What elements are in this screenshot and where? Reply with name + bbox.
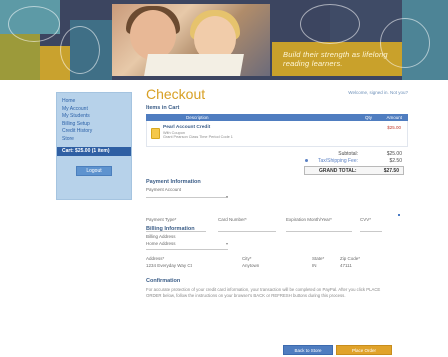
address-line-value: 1234 Everyday Way Ct	[146, 263, 192, 268]
card-number-field[interactable]: Card Number*	[218, 208, 276, 232]
items-section-title: Items in Cart	[146, 105, 180, 111]
city-label: City*	[242, 256, 252, 261]
confirmation-section-title: Confirmation	[146, 278, 181, 284]
cvv-field[interactable]: CVV*	[360, 208, 382, 232]
grand-total-label: GRAND TOTAL:	[319, 168, 357, 174]
product-icon	[151, 128, 160, 139]
subtotal-value: $25.00	[386, 151, 402, 157]
shipping-label[interactable]: Tax/Shipping Fee:	[318, 158, 358, 164]
cart-summary-link[interactable]: Cart: $25.00 (1 item)	[57, 147, 131, 156]
banner-swirl	[60, 26, 100, 74]
info-dot-icon	[305, 159, 308, 162]
chevron-down-icon: ▾	[225, 194, 228, 199]
address-fields-row: Address* 1234 Everyday Way Ct City* Anyt…	[146, 256, 408, 272]
expiration-field[interactable]: Expiration Month/Year*	[286, 208, 352, 232]
banner-photo	[112, 4, 270, 76]
product-price: $25.00	[387, 125, 401, 130]
banner-swirl	[8, 6, 60, 42]
cart-item-row: Pearl Account Credit With Coupon Grant P…	[146, 121, 408, 147]
column-qty: Qty	[364, 115, 372, 120]
sidebar-item-home[interactable]: Home	[57, 98, 131, 106]
sidebar-item-store[interactable]: Store	[57, 136, 131, 144]
payment-account-select[interactable]: ▾	[146, 194, 228, 199]
billing-address-value: Home Address	[146, 241, 176, 246]
back-to-store-button[interactable]: Back to Store	[283, 345, 333, 355]
payment-section-title: Payment Information	[146, 179, 201, 185]
cart-totals: Subtotal: $25.00 Tax/Shipping Fee: $2.50…	[146, 147, 408, 177]
place-order-button[interactable]: Place Order	[336, 345, 392, 355]
card-type-field[interactable]: Payment Type*	[146, 208, 206, 232]
expiration-label: Expiration Month/Year*	[286, 217, 332, 222]
banner-tagline: Build their strength as lifelong reading…	[283, 50, 388, 68]
cvv-label: CVV*	[360, 217, 372, 222]
sidebar-item-credit-history[interactable]: Credit History	[57, 128, 131, 136]
logout-button[interactable]: Logout	[76, 166, 112, 176]
sidebar-item-my-students[interactable]: My Students	[57, 113, 131, 121]
city-value: Anytown	[242, 263, 260, 268]
product-detail: Grant Pearson Class Time Period Code 1	[163, 135, 233, 139]
product-name: Pearl Account Credit	[163, 125, 211, 130]
zip-value: 47111	[340, 263, 352, 268]
chevron-down-icon: ▾	[225, 241, 228, 246]
welcome-link[interactable]: Welcome, signed in. Not you?	[348, 90, 408, 95]
nav-list: Home My Account My Students Billing Setu…	[57, 98, 131, 143]
info-dot-icon	[398, 214, 400, 216]
sidebar-item-billing-setup[interactable]: Billing Setup	[57, 121, 131, 129]
banner-swirl	[300, 4, 360, 44]
payment-account-label: Payment Account	[146, 187, 182, 192]
billing-address-select[interactable]: Home Address ▾	[146, 241, 228, 250]
address-line-label: Address*	[146, 256, 165, 261]
city-field[interactable]: City* Anytown	[242, 256, 302, 268]
sidebar-nav: Home My Account My Students Billing Setu…	[56, 92, 132, 200]
card-type-label: Payment Type*	[146, 217, 177, 222]
cart-table: Description Qty Amount Pearl Account Cre…	[146, 114, 408, 147]
state-label: State*	[312, 256, 325, 261]
checkout-main: Checkout Welcome, signed in. Not you? It…	[146, 86, 408, 299]
billing-address-label: Billing Address	[146, 234, 176, 239]
zip-field[interactable]: Zip Code* 47111	[340, 256, 380, 268]
column-amount: Amount	[386, 115, 402, 120]
cart-table-header: Description Qty Amount	[146, 114, 408, 121]
sidebar-item-my-account[interactable]: My Account	[57, 106, 131, 114]
address-line-field[interactable]: Address* 1234 Everyday Way Ct	[146, 256, 226, 268]
state-field[interactable]: State* IN	[312, 256, 336, 268]
shipping-value: $2.50	[389, 158, 402, 164]
zip-label: Zip Code*	[340, 256, 361, 261]
subtotal-label: Subtotal:	[338, 151, 358, 157]
column-description: Description	[186, 115, 209, 120]
state-value: IN	[312, 263, 317, 268]
grand-total-box: GRAND TOTAL: $27.50	[304, 166, 404, 175]
header-banner: Build their strength as lifelong reading…	[0, 0, 448, 80]
grand-total-value: $27.50	[383, 168, 399, 174]
confirmation-text: For accurate protection of your credit c…	[146, 287, 381, 298]
card-fields-row: Payment Type* Card Number* Expiration Mo…	[146, 208, 408, 232]
card-number-label: Card Number*	[218, 217, 247, 222]
